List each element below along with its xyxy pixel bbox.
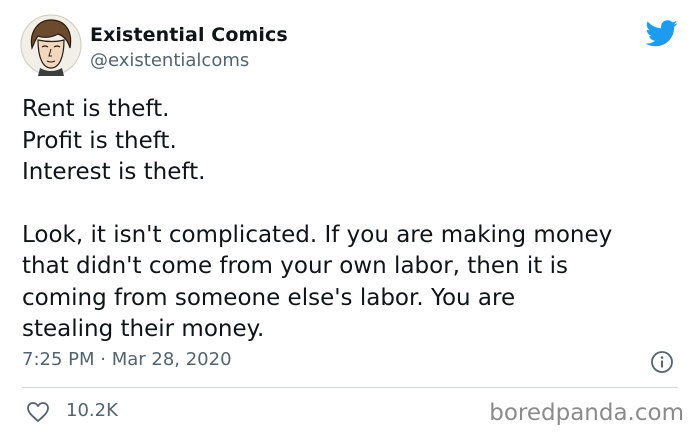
info-icon[interactable] (650, 350, 674, 374)
heart-icon[interactable] (26, 401, 50, 423)
tweet-timestamp[interactable]: 7:25 PM · Mar 28, 2020 (22, 349, 232, 370)
tweet-paragraph-line: that didn't come from your own labor, th… (22, 253, 569, 279)
tweet-line: Interest is theft. (22, 159, 206, 185)
tweet-paragraph-line: coming from someone else's labor. You ar… (22, 284, 516, 311)
avatar[interactable] (20, 14, 82, 76)
display-name[interactable]: Existential Comics (90, 24, 288, 46)
twitter-bird-icon[interactable] (646, 20, 678, 47)
user-handle[interactable]: @existentialcoms (90, 50, 249, 71)
like-count[interactable]: 10.2K (66, 400, 118, 421)
divider (22, 387, 678, 388)
tweet-paragraph-line: Look, it isn't complicated. If you are m… (22, 221, 613, 248)
tweet-paragraph-line: stealing their money. (22, 316, 265, 342)
tweet-line: Profit is theft. (22, 127, 177, 154)
tweet-line: Rent is theft. (22, 96, 170, 122)
tweet-text: Rent is theft. Profit is theft. Interest… (22, 94, 687, 346)
watermark: boredpanda.com (489, 400, 684, 426)
